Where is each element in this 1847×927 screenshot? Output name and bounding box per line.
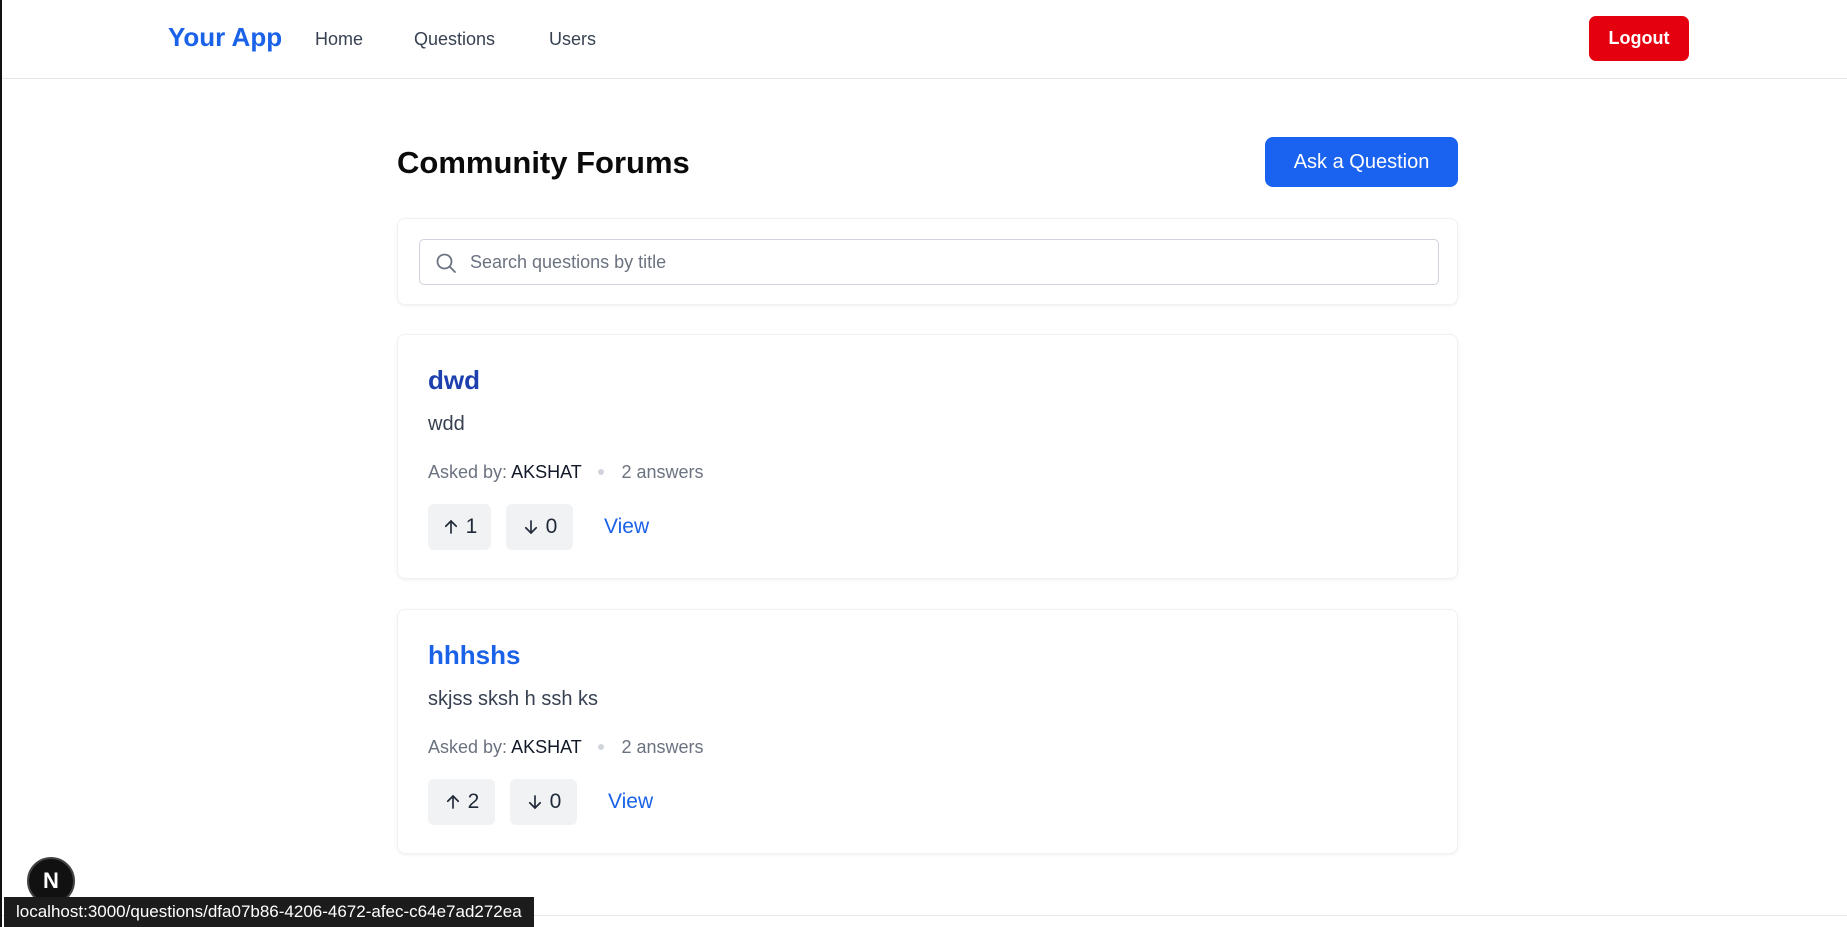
- search-card: [397, 218, 1458, 305]
- search-icon: [436, 253, 456, 273]
- app-window: Your App Home Questions Users Logout Com…: [0, 0, 1847, 927]
- search-box[interactable]: [419, 239, 1439, 285]
- upvote-count: 1: [465, 515, 478, 538]
- page-title: Community Forums: [397, 145, 690, 180]
- arrow-up-icon: [446, 795, 459, 809]
- answer-count: 2 answers: [621, 737, 704, 757]
- view-link[interactable]: View: [604, 515, 649, 539]
- question-meta: Asked by: AKSHAT 2 answers: [428, 462, 704, 483]
- arrow-down-icon: [528, 795, 541, 809]
- nav-link-questions[interactable]: Questions: [414, 29, 495, 50]
- arrow-up-icon: [444, 520, 457, 534]
- asked-by-label: Asked by:: [428, 462, 508, 482]
- upvote-button[interactable]: 1: [428, 504, 491, 550]
- upvote-button[interactable]: 2: [428, 779, 495, 825]
- downvote-count: 0: [545, 515, 558, 538]
- author-name: AKSHAT: [511, 462, 582, 482]
- answer-count: 2 answers: [621, 462, 704, 482]
- question-title[interactable]: dwd: [428, 365, 480, 396]
- view-link[interactable]: View: [608, 790, 653, 814]
- question-card: dwd wdd Asked by: AKSHAT 2 answers 1 0 V…: [397, 334, 1458, 579]
- nav-link-users[interactable]: Users: [549, 29, 596, 50]
- separator-dot: [598, 744, 605, 751]
- logout-button[interactable]: Logout: [1589, 16, 1689, 61]
- separator-dot: [598, 469, 605, 476]
- question-body: wdd: [428, 413, 465, 435]
- nav-link-home[interactable]: Home: [315, 29, 363, 50]
- upvote-count: 2: [467, 790, 480, 813]
- brand-logo[interactable]: Your App: [168, 22, 282, 53]
- downvote-button[interactable]: 0: [510, 779, 577, 825]
- search-input[interactable]: [470, 240, 1425, 284]
- status-bar-url: localhost:3000/questions/dfa07b86-4206-4…: [4, 897, 534, 927]
- downvote-count: 0: [549, 790, 562, 813]
- downvote-button[interactable]: 0: [506, 504, 573, 550]
- arrow-down-icon: [524, 520, 537, 534]
- top-navbar: Your App Home Questions Users Logout: [2, 0, 1847, 79]
- nextjs-icon: N: [43, 868, 59, 893]
- question-title[interactable]: hhhshs: [428, 640, 520, 671]
- ask-question-button[interactable]: Ask a Question: [1265, 137, 1458, 187]
- question-meta: Asked by: AKSHAT 2 answers: [428, 737, 704, 758]
- asked-by-label: Asked by:: [428, 737, 508, 757]
- question-card: hhhshs skjss sksh h ssh ks Asked by: AKS…: [397, 609, 1458, 854]
- author-name: AKSHAT: [511, 737, 582, 757]
- question-body: skjss sksh h ssh ks: [428, 688, 599, 710]
